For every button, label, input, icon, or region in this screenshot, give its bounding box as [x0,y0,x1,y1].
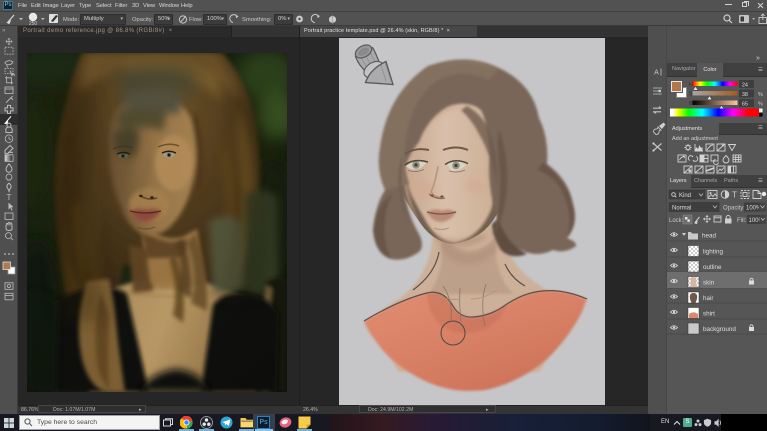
svg-text:Opacity:: Opacity: [723,206,745,212]
svg-text:H: H [689,82,693,88]
svg-text:hair: hair [703,295,714,302]
svg-text:38: 38 [742,92,748,98]
svg-text:24: 24 [742,83,748,89]
svg-text:head: head [702,233,717,240]
svg-text:%: % [758,92,763,98]
svg-text:S: S [689,92,693,98]
svg-text:background: background [703,326,736,333]
svg-text:65: 65 [742,102,748,108]
svg-text:Lock:: Lock: [669,218,684,224]
svg-text:Normal: Normal [672,206,691,212]
svg-text:outline: outline [703,264,722,271]
svg-text:»: » [2,28,6,34]
svg-text:T: T [7,193,12,202]
svg-text:%: % [758,102,763,108]
svg-text:skin: skin [703,280,715,287]
svg-text:B: B [689,101,693,107]
svg-text:shirt: shirt [703,311,715,318]
svg-text:lighting: lighting [703,249,723,256]
svg-text:T: T [732,191,737,200]
svg-text:A: A [654,70,659,77]
svg-text:Kind: Kind [679,193,691,199]
svg-text:Fill:: Fill: [737,218,747,224]
